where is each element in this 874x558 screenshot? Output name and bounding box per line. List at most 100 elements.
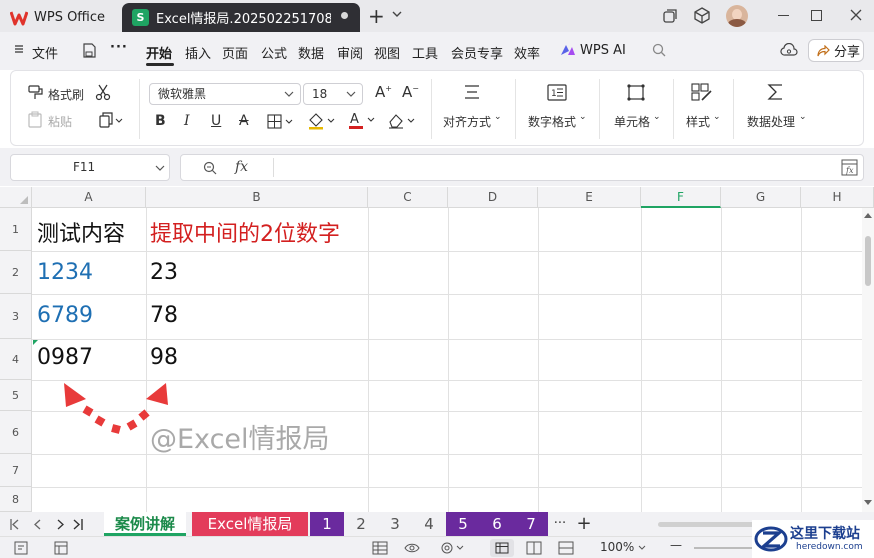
cut-icon[interactable] [95, 84, 111, 101]
menu-view[interactable]: 视图 [374, 43, 400, 62]
font-name-select[interactable]: 微软雅黑 [149, 83, 301, 105]
new-tab-button[interactable]: + [368, 4, 385, 28]
sheet-nav-icons[interactable] [10, 519, 70, 530]
add-sheet-button[interactable]: + [574, 512, 594, 536]
menu-insert[interactable]: 插入 [185, 43, 211, 62]
unsaved-dot-icon[interactable] [341, 12, 348, 19]
column-header-a[interactable]: A [32, 187, 146, 208]
sheet-tab-6[interactable]: 6 [480, 512, 514, 536]
copy-icon[interactable] [99, 112, 123, 128]
page-break-icon[interactable] [558, 541, 574, 555]
cell-b4[interactable]: 98 [150, 345, 178, 370]
cell-a2[interactable]: 1234 [37, 260, 93, 285]
row-header-4[interactable]: 4 [0, 339, 32, 380]
cell-icon[interactable] [626, 83, 646, 102]
menu-efficiency[interactable]: 效率 [514, 43, 540, 62]
spreadsheet-grid[interactable]: A B C D E F G H 1 2 3 4 5 6 7 8 测试内容 提取中… [0, 187, 874, 512]
menu-page[interactable]: 页面 [222, 43, 248, 62]
font-color-icon[interactable]: A [347, 111, 377, 130]
align-label[interactable]: 对齐方式 [443, 113, 491, 130]
formula-input[interactable]: fx fx [180, 154, 864, 181]
cell-a1[interactable]: 测试内容 [37, 216, 125, 248]
sheet-tab-4[interactable]: 4 [412, 512, 446, 536]
row-header-5[interactable]: 5 [0, 380, 32, 411]
sheet-tab-excel[interactable]: Excel情报局 [192, 512, 308, 536]
fx-icon[interactable]: fx [235, 159, 248, 175]
fill-color-icon[interactable] [307, 112, 337, 130]
maximize-icon[interactable] [811, 10, 822, 21]
row-header-2[interactable]: 2 [0, 251, 32, 294]
name-box[interactable]: F11 [10, 154, 170, 181]
zoom-chevron-icon[interactable] [638, 545, 646, 551]
select-all-corner[interactable] [0, 187, 32, 208]
insert-function-icon[interactable]: fx [841, 159, 858, 176]
zoom-search-icon[interactable] [203, 161, 217, 175]
menu-formula[interactable]: 公式 [261, 43, 287, 62]
increase-font-icon[interactable]: A+ [375, 83, 392, 101]
cell-b1[interactable]: 提取中间的2位数字 [150, 216, 340, 248]
menu-start[interactable]: 开始 [146, 43, 172, 62]
normal-view-icon[interactable] [372, 541, 390, 555]
document-tab[interactable]: S Excel情报局.20250225170800 [122, 3, 360, 32]
cell-a3[interactable]: 6789 [37, 303, 93, 328]
paste-label[interactable]: 粘贴 [48, 113, 72, 130]
avatar[interactable] [726, 5, 748, 27]
column-header-g[interactable]: G [721, 187, 801, 208]
macro-icon[interactable] [14, 541, 29, 555]
paste-icon[interactable] [27, 111, 43, 128]
scrollbar-thumb[interactable] [865, 236, 871, 286]
underline-button[interactable]: U [211, 113, 221, 129]
menu-data[interactable]: 数据 [298, 43, 324, 62]
cell-b3[interactable]: 78 [150, 303, 178, 328]
more-actions-icon[interactable]: ··· [110, 40, 128, 55]
scroll-up-icon[interactable] [864, 212, 872, 218]
column-header-h[interactable]: H [801, 187, 874, 208]
cloud-sync-icon[interactable] [780, 43, 798, 57]
eraser-icon[interactable] [387, 112, 417, 129]
last-sheet-icon[interactable] [70, 519, 88, 530]
style-label[interactable]: 样式 [686, 113, 710, 130]
close-icon[interactable] [850, 9, 862, 21]
hamburger-icon[interactable] [14, 44, 24, 54]
menu-wps-ai[interactable]: WPS AI [580, 43, 626, 58]
menu-member[interactable]: 会员专享 [451, 43, 503, 62]
tab-list-chevron-icon[interactable] [392, 10, 402, 18]
settings-gear-icon[interactable] [440, 541, 466, 555]
style-icon[interactable] [691, 83, 713, 102]
number-format-label[interactable]: 数字格式 [528, 113, 576, 130]
search-icon[interactable] [652, 43, 666, 57]
page-layout-icon[interactable] [526, 541, 542, 555]
sheet-tab-7[interactable]: 7 [514, 512, 548, 536]
column-header-b[interactable]: B [146, 187, 368, 208]
cell-label[interactable]: 单元格 [614, 113, 650, 130]
zoom-level[interactable]: 100% [600, 540, 634, 554]
minimize-icon[interactable] [778, 15, 789, 16]
vertical-scrollbar[interactable] [862, 208, 874, 512]
column-header-e[interactable]: E [538, 187, 641, 208]
italic-button[interactable]: I [184, 113, 190, 129]
column-header-d[interactable]: D [448, 187, 538, 208]
sheet-tab-2[interactable]: 2 [344, 512, 378, 536]
cell-a4[interactable]: 0987 [37, 345, 93, 370]
row-header-1[interactable]: 1 [0, 208, 32, 251]
sheet-tab-1[interactable]: 1 [310, 512, 344, 536]
number-format-icon[interactable]: 1 [547, 84, 567, 101]
more-sheets-button[interactable]: ··· [548, 512, 572, 536]
row-header-8[interactable]: 8 [0, 487, 32, 512]
sheet-list-icon[interactable] [54, 541, 69, 555]
grid-view-button[interactable] [490, 539, 514, 557]
save-icon[interactable] [82, 43, 96, 58]
row-header-3[interactable]: 3 [0, 294, 32, 339]
row-header-7[interactable]: 7 [0, 454, 32, 487]
cube-icon[interactable] [694, 7, 710, 24]
row-header-6[interactable]: 6 [0, 411, 32, 454]
column-header-f[interactable]: F [641, 187, 721, 208]
align-icon[interactable] [463, 84, 481, 100]
decrease-font-icon[interactable]: A− [402, 83, 419, 101]
data-process-label[interactable]: 数据处理 [747, 113, 795, 130]
menu-tools[interactable]: 工具 [412, 43, 438, 62]
sigma-icon[interactable] [765, 82, 785, 102]
column-header-c[interactable]: C [368, 187, 448, 208]
share-button[interactable]: 分享 [808, 39, 864, 62]
border-icon[interactable] [267, 114, 295, 129]
